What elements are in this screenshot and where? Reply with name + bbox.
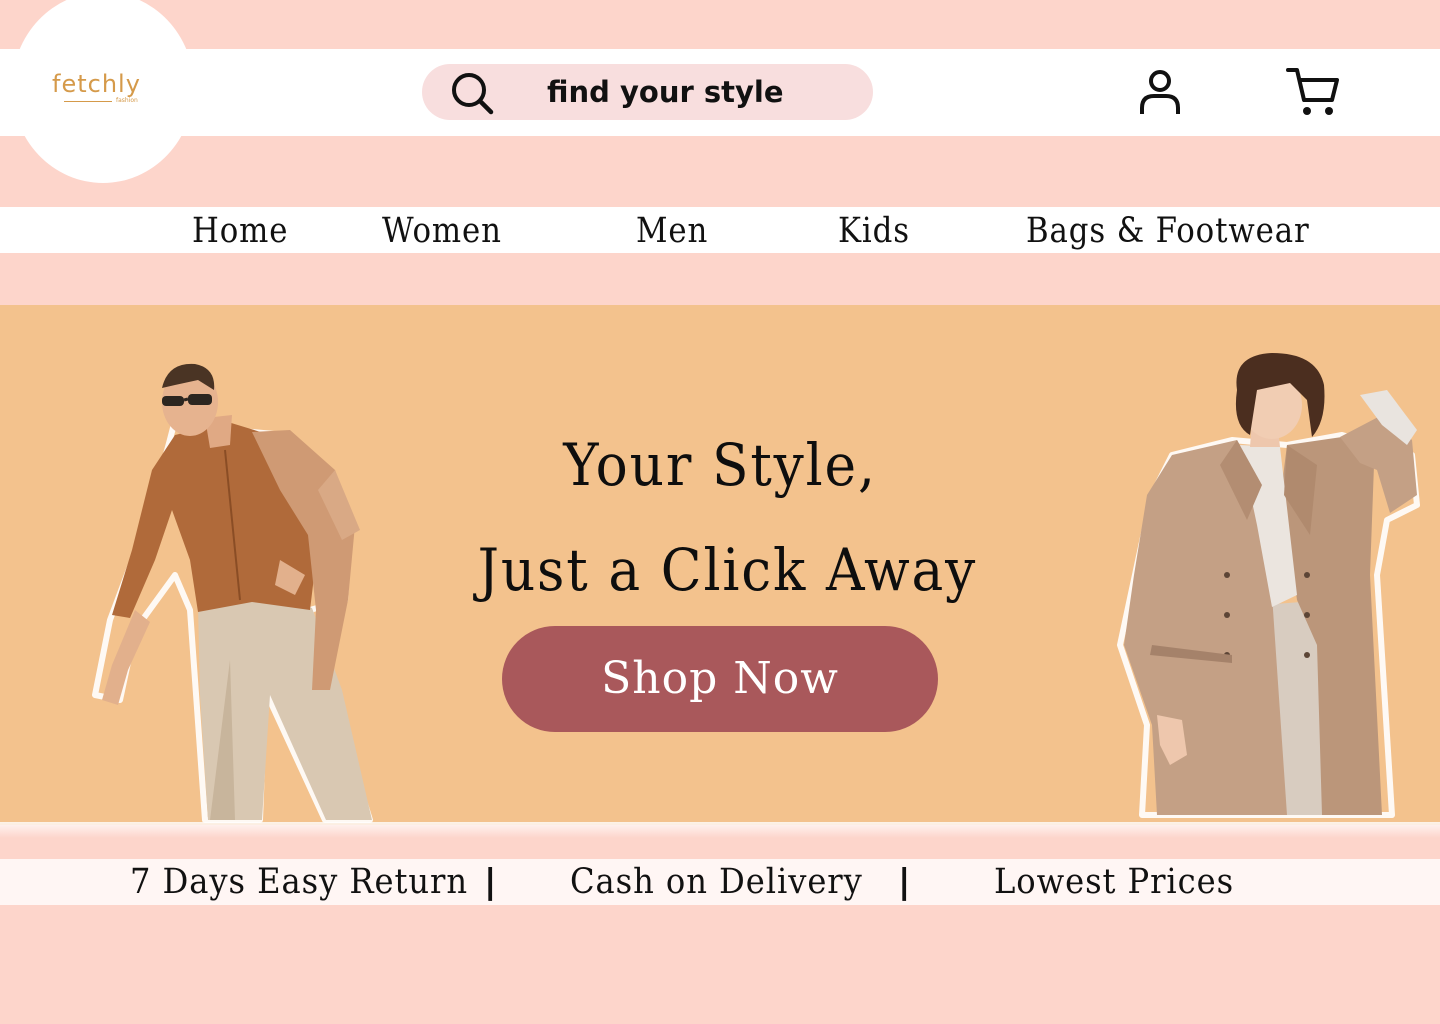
features-bar: 7 Days Easy Return | Cash on Delivery | … — [0, 859, 1440, 905]
nav-kids[interactable]: Kids — [838, 209, 910, 253]
brand-tagline: fashion — [116, 97, 138, 104]
hero-banner: Your Style, Just a Click Away Shop Now — [0, 305, 1440, 825]
user-icon[interactable] — [1138, 68, 1182, 116]
feature-cash-on-delivery: Cash on Delivery — [570, 862, 863, 902]
cart-icon[interactable] — [1286, 66, 1340, 118]
nav-home[interactable]: Home — [192, 209, 288, 253]
search-bar[interactable]: find your style — [422, 64, 873, 120]
female-model-image — [1117, 353, 1420, 818]
search-input[interactable]: find your style — [547, 74, 784, 110]
feature-lowest-prices: Lowest Prices — [994, 862, 1235, 902]
brand-logo[interactable]: fetchly — [52, 70, 141, 98]
nav-women[interactable]: Women — [382, 209, 502, 253]
shop-now-button[interactable]: Shop Now — [502, 626, 938, 732]
feature-easy-return: 7 Days Easy Return — [130, 862, 469, 902]
feature-separator: | — [898, 862, 911, 902]
search-icon[interactable] — [450, 71, 494, 115]
nav-men[interactable]: Men — [636, 209, 708, 253]
hero-divider — [0, 822, 1440, 838]
main-nav: Home Women Men Kids Bags & Footwear — [0, 207, 1440, 253]
feature-separator: | — [484, 862, 497, 902]
logo-underline — [64, 101, 112, 102]
nav-bags-footwear[interactable]: Bags & Footwear — [1026, 209, 1310, 253]
